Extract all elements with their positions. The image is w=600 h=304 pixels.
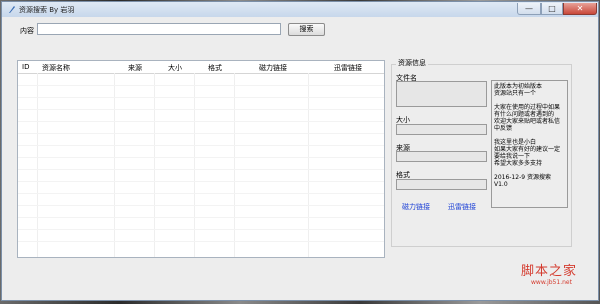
table-row-line (18, 181, 384, 182)
table-row-line (18, 169, 384, 170)
column-divider (37, 73, 38, 257)
table-row-line (18, 205, 384, 206)
table-row-line (18, 217, 384, 218)
table-row-line (18, 85, 384, 86)
results-table[interactable]: ID 资源名称 来源 大小 格式 磁力链接 迅雷链接 (17, 60, 385, 258)
search-button[interactable]: 搜索 (288, 23, 325, 36)
column-header-thunder[interactable]: 迅雷链接 (334, 63, 362, 73)
column-divider (308, 73, 309, 257)
content-search-input[interactable] (37, 23, 281, 35)
column-header-source[interactable]: 来源 (128, 63, 142, 73)
column-divider (114, 73, 115, 257)
close-button[interactable]: ✕ (563, 3, 597, 15)
title-bar[interactable]: 资源搜索 By 岩羽 — □ ✕ (2, 2, 598, 17)
thunder-link-button[interactable]: 迅雷链接 (448, 202, 476, 212)
column-header-name[interactable]: 资源名称 (42, 63, 70, 73)
table-row-line (18, 241, 384, 242)
feather-app-icon (9, 6, 15, 13)
column-header-format[interactable]: 格式 (208, 63, 222, 73)
watermark-url: www.jb51.net (531, 279, 572, 286)
column-header-id[interactable]: ID (22, 63, 29, 71)
close-icon: ✕ (576, 4, 584, 13)
watermark-brand: 脚本之家 (521, 264, 578, 279)
table-row-line (18, 97, 384, 98)
filename-field[interactable] (396, 81, 487, 107)
column-divider (234, 73, 235, 257)
table-header: ID 资源名称 来源 大小 格式 磁力链接 迅雷链接 (18, 61, 384, 74)
format-field[interactable] (396, 179, 487, 190)
content-label: 内容 (20, 27, 34, 35)
magnet-link-button[interactable]: 磁力链接 (402, 202, 430, 212)
table-row-line (18, 109, 384, 110)
source-field[interactable] (396, 151, 487, 162)
size-field[interactable] (396, 124, 487, 135)
maximize-button[interactable]: □ (541, 3, 563, 15)
table-row-line (18, 193, 384, 194)
table-row-line (18, 121, 384, 122)
table-row-line (18, 157, 384, 158)
window-title: 资源搜索 By 岩羽 (19, 6, 75, 14)
minimize-icon: — (525, 4, 533, 13)
column-header-magnet[interactable]: 磁力链接 (259, 63, 287, 73)
maximize-icon: □ (548, 4, 556, 13)
column-divider (194, 73, 195, 257)
table-row-line (18, 133, 384, 134)
minimize-button[interactable]: — (517, 3, 541, 15)
column-header-size[interactable]: 大小 (168, 63, 182, 73)
column-divider (154, 73, 155, 257)
table-row-line (18, 229, 384, 230)
resource-info-title: 资源信息 (396, 58, 428, 68)
release-notes-text: 此版本为初始版本 资源站只有一个 大家在使用的过程中如果有什么问题或者遇到的 欢… (491, 80, 568, 208)
table-row-line (18, 145, 384, 146)
